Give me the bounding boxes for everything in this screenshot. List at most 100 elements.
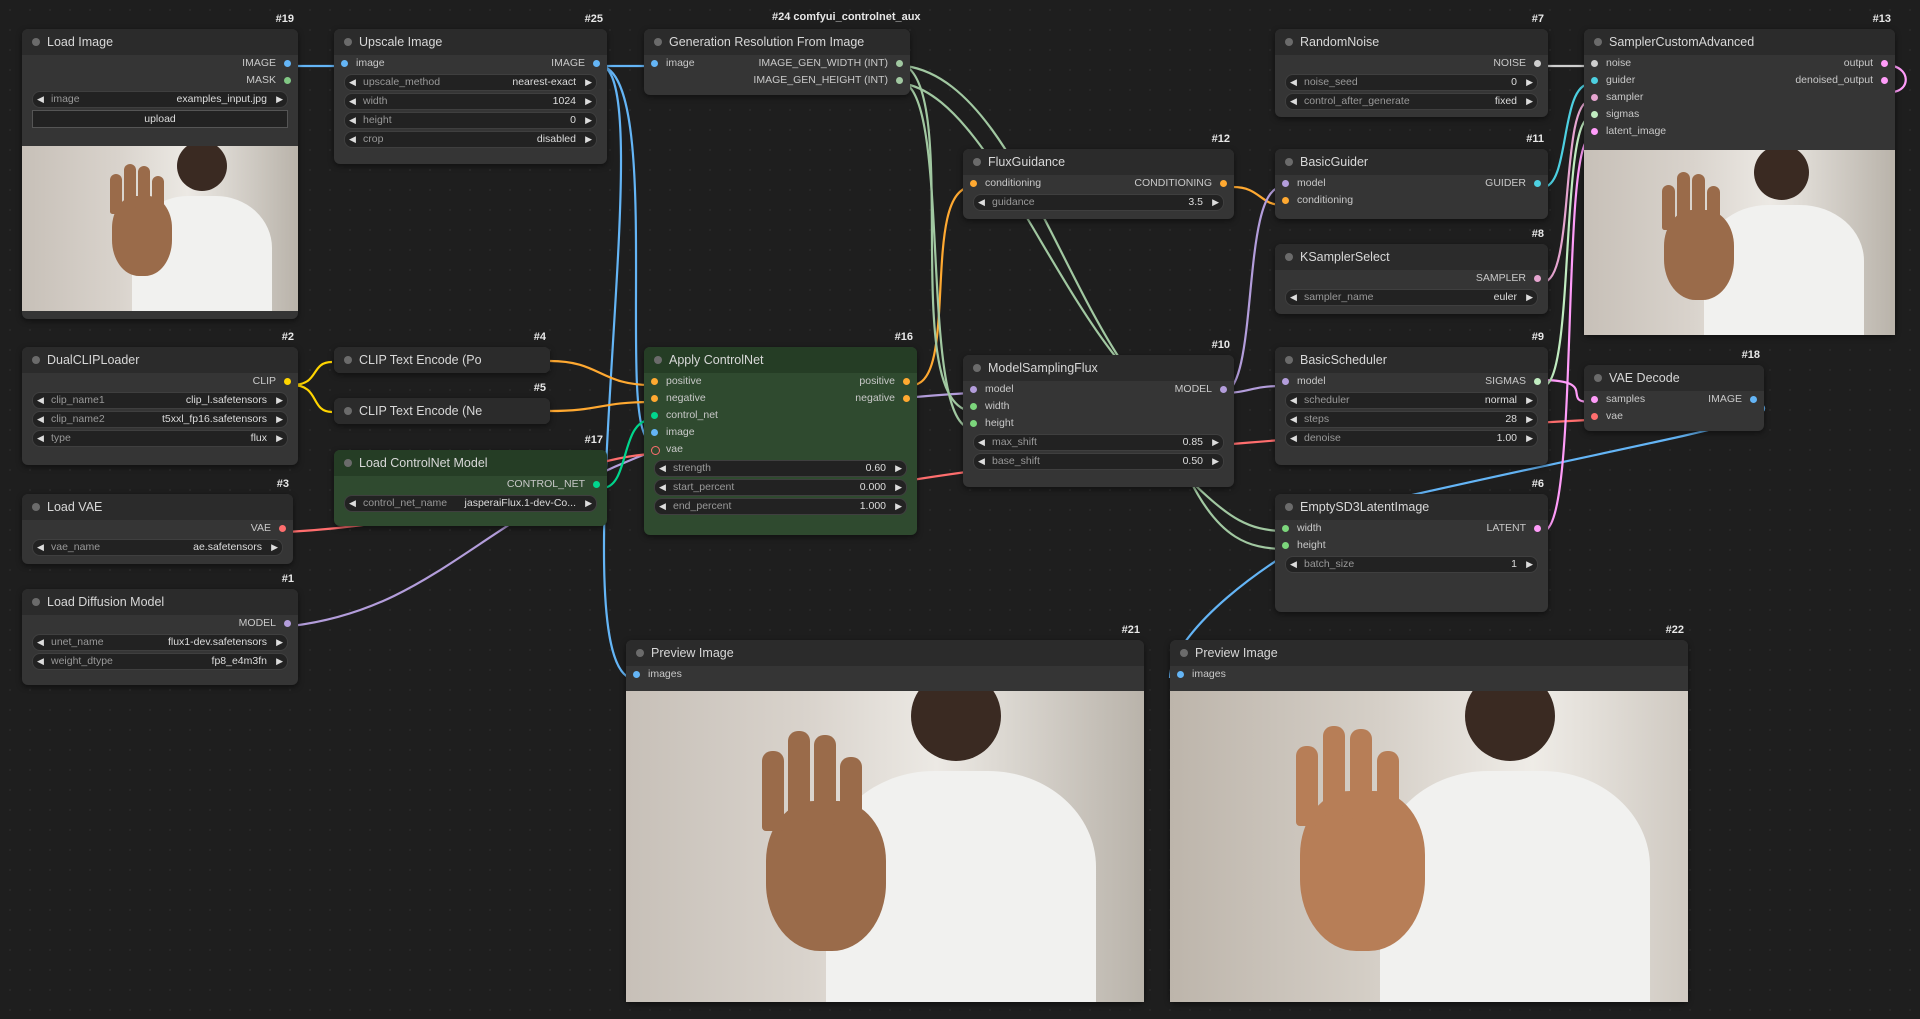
input-port-height[interactable] <box>970 420 977 427</box>
node-load-controlnet-model[interactable]: #17 Load ControlNet Model CONTROL_NET ◀ c… <box>334 434 607 526</box>
widget-base-shift[interactable]: ◀ base_shift 0.50 ▶ <box>973 453 1224 470</box>
node-title[interactable]: Apply ControlNet <box>644 347 917 373</box>
input-port-samples[interactable] <box>1591 396 1598 403</box>
collapse-dot-icon[interactable] <box>344 356 352 364</box>
output-port-image[interactable] <box>284 60 291 67</box>
input-port-noise[interactable] <box>1591 60 1598 67</box>
widget-control-net-name[interactable]: ◀ control_net_name jasperaiFlux.1-dev-Co..… <box>344 495 597 512</box>
node-title[interactable]: ModelSamplingFlux <box>963 355 1234 381</box>
output-port-latent[interactable] <box>1534 525 1541 532</box>
input-port-image[interactable] <box>651 429 658 436</box>
node-model-sampling-flux[interactable]: #10 ModelSamplingFlux model MODEL width h… <box>963 339 1234 487</box>
node-title[interactable]: BasicGuider <box>1275 149 1548 175</box>
input-port-positive[interactable] <box>651 378 658 385</box>
output-port-positive[interactable] <box>903 378 910 385</box>
collapse-dot-icon[interactable] <box>344 459 352 467</box>
node-flux-guidance[interactable]: #12 FluxGuidance conditioning CONDITIONIN… <box>963 133 1234 219</box>
input-port-model[interactable] <box>1282 180 1289 187</box>
input-port-vae[interactable] <box>1591 413 1598 420</box>
node-title[interactable]: Load Image <box>22 29 298 55</box>
arrow-right-icon[interactable]: ▶ <box>276 92 283 107</box>
output-port-model[interactable] <box>284 620 291 627</box>
widget-denoise[interactable]: ◀ denoise 1.00 ▶ <box>1285 430 1538 447</box>
widget-max-shift[interactable]: ◀ max_shift 0.85 ▶ <box>973 434 1224 451</box>
node-title[interactable]: Upscale Image <box>334 29 607 55</box>
node-load-image[interactable]: #19 Load Image IMAGE MASK ◀ image examples… <box>22 13 298 319</box>
node-title[interactable]: EmptySD3LatentImage <box>1275 494 1548 520</box>
node-title[interactable]: SamplerCustomAdvanced <box>1584 29 1895 55</box>
widget-height[interactable]: ◀ height 0 ▶ <box>344 112 597 129</box>
widget-steps[interactable]: ◀ steps 28 ▶ <box>1285 411 1538 428</box>
input-port-negative[interactable] <box>651 395 658 402</box>
output-port-denoised[interactable] <box>1881 77 1888 84</box>
input-port-width[interactable] <box>970 403 977 410</box>
widget-width[interactable]: ◀ width 1024 ▶ <box>344 93 597 110</box>
collapse-dot-icon[interactable] <box>973 158 981 166</box>
node-clip-text-encode-positive[interactable]: #4 CLIP Text Encode (Po <box>334 331 550 373</box>
output-port-image[interactable] <box>593 60 600 67</box>
collapse-dot-icon[interactable] <box>344 407 352 415</box>
input-port-width[interactable] <box>1282 525 1289 532</box>
output-port-noise[interactable] <box>1534 60 1541 67</box>
collapse-dot-icon[interactable] <box>32 356 40 364</box>
output-port-width[interactable] <box>896 60 903 67</box>
input-port-sigmas[interactable] <box>1591 111 1598 118</box>
output-port-vae[interactable] <box>279 525 286 532</box>
input-port-guider[interactable] <box>1591 77 1598 84</box>
input-port-conditioning[interactable] <box>970 180 977 187</box>
widget-vae-name[interactable]: ◀ vae_name ae.safetensors ▶ <box>32 539 283 556</box>
collapse-dot-icon[interactable] <box>654 38 662 46</box>
node-vae-decode[interactable]: #18 VAE Decode samples IMAGE vae <box>1584 349 1764 431</box>
collapse-dot-icon[interactable] <box>1180 649 1188 657</box>
widget-strength[interactable]: ◀ strength 0.60 ▶ <box>654 460 907 477</box>
node-title[interactable]: Load VAE <box>22 494 293 520</box>
output-port-sigmas[interactable] <box>1534 378 1541 385</box>
node-title[interactable]: Generation Resolution From Image <box>644 29 910 55</box>
node-generation-resolution[interactable]: Generation Resolution From Image image IM… <box>644 29 910 95</box>
collapse-dot-icon[interactable] <box>1285 38 1293 46</box>
input-port-images[interactable] <box>633 671 640 678</box>
output-port-sampler[interactable] <box>1534 275 1541 282</box>
collapse-dot-icon[interactable] <box>32 598 40 606</box>
widget-crop[interactable]: ◀ crop disabled ▶ <box>344 131 597 148</box>
collapse-dot-icon[interactable] <box>1594 38 1602 46</box>
node-preview-image-2[interactable]: #22 Preview Image images <box>1170 624 1688 1002</box>
node-title[interactable]: Load ControlNet Model <box>334 450 607 476</box>
collapse-dot-icon[interactable] <box>636 649 644 657</box>
collapse-dot-icon[interactable] <box>1285 356 1293 364</box>
node-ksampler-select[interactable]: #8 KSamplerSelect SAMPLER ◀ sampler_name e… <box>1275 228 1548 314</box>
input-port-latent[interactable] <box>1591 128 1598 135</box>
input-port-sampler[interactable] <box>1591 94 1598 101</box>
widget-sampler-name[interactable]: ◀ sampler_name euler ▶ <box>1285 289 1538 306</box>
node-preview-image-1[interactable]: #21 Preview Image images <box>626 624 1144 1002</box>
node-title[interactable]: FluxGuidance <box>963 149 1234 175</box>
output-port-image[interactable] <box>1750 396 1757 403</box>
widget-type[interactable]: ◀ type flux ▶ <box>32 430 288 447</box>
collapse-dot-icon[interactable] <box>344 38 352 46</box>
output-port-model[interactable] <box>1220 386 1227 393</box>
widget-unet-name[interactable]: ◀ unet_name flux1-dev.safetensors ▶ <box>32 634 288 651</box>
node-random-noise[interactable]: #7 RandomNoise NOISE ◀ noise_seed 0 ▶ ◀ cont… <box>1275 13 1548 117</box>
input-port-model[interactable] <box>1282 378 1289 385</box>
collapse-dot-icon[interactable] <box>1285 253 1293 261</box>
node-title[interactable]: Load Diffusion Model <box>22 589 298 615</box>
input-port-height[interactable] <box>1282 542 1289 549</box>
input-port-model[interactable] <box>970 386 977 393</box>
node-basic-guider[interactable]: #11 BasicGuider model GUIDER conditioning <box>1275 133 1548 219</box>
output-port-output[interactable] <box>1881 60 1888 67</box>
output-port-mask[interactable] <box>284 77 291 84</box>
widget-image[interactable]: ◀ image examples_input.jpg ▶ <box>32 91 288 108</box>
widget-scheduler[interactable]: ◀ scheduler normal ▶ <box>1285 392 1538 409</box>
node-title[interactable]: KSamplerSelect <box>1275 244 1548 270</box>
widget-batch-size[interactable]: ◀ batch_size 1 ▶ <box>1285 556 1538 573</box>
collapse-dot-icon[interactable] <box>32 38 40 46</box>
input-port-conditioning[interactable] <box>1282 197 1289 204</box>
collapse-dot-icon[interactable] <box>1594 374 1602 382</box>
output-port-conditioning[interactable] <box>1220 180 1227 187</box>
node-title[interactable]: CLIP Text Encode (Ne <box>334 398 550 424</box>
output-port-height[interactable] <box>896 77 903 84</box>
collapse-dot-icon[interactable] <box>1285 158 1293 166</box>
widget-control-after-generate[interactable]: ◀ control_after_generate fixed ▶ <box>1285 93 1538 110</box>
output-port-guider[interactable] <box>1534 180 1541 187</box>
input-port-control-net[interactable] <box>651 412 658 419</box>
